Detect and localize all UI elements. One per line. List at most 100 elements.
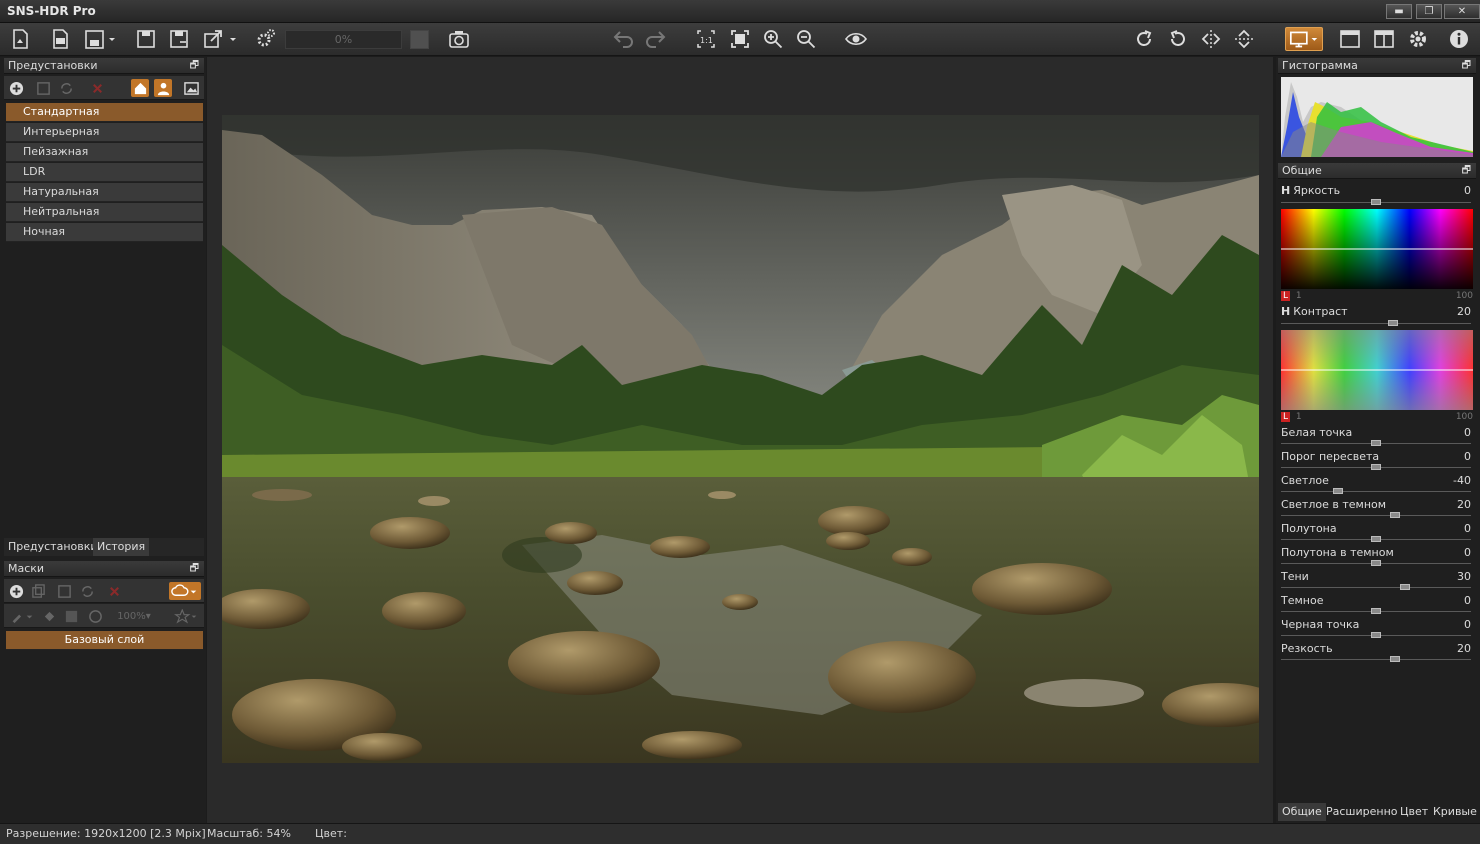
slider-knob[interactable] [1333, 488, 1343, 494]
open-sns-icon[interactable] [47, 27, 73, 51]
contrast-knob[interactable] [1388, 320, 1398, 326]
flip-horizontal-icon[interactable] [1198, 27, 1224, 51]
maximize-button[interactable]: ❐ [1416, 4, 1442, 19]
preset-item[interactable]: Натуральная [6, 183, 203, 202]
undock-icon[interactable]: 🗗 [190, 58, 199, 74]
opacity-dropdown[interactable]: 100% ▾ [112, 607, 156, 625]
slider-knob[interactable] [1371, 632, 1381, 638]
curve-l-marker: L [1281, 291, 1291, 301]
redo-icon[interactable] [643, 27, 669, 51]
slider-knob[interactable] [1400, 584, 1410, 590]
masks-toolbar-top [4, 579, 204, 603]
info-icon[interactable] [1446, 27, 1472, 51]
save-sns-dropdown-icon[interactable] [80, 27, 120, 51]
stop-button[interactable] [410, 30, 429, 49]
zoom-actual-icon[interactable]: 1:1 [693, 27, 719, 51]
contrast-value: 20 [1457, 305, 1471, 318]
slider-knob[interactable] [1371, 464, 1381, 470]
edit-mask-icon[interactable] [55, 582, 73, 600]
delete-preset-icon[interactable] [88, 79, 106, 97]
layout-single-icon[interactable] [1337, 27, 1363, 51]
tab-history[interactable]: История [93, 538, 150, 556]
rotate-cw-icon[interactable] [1131, 27, 1157, 51]
minimize-button[interactable]: ▬ [1386, 4, 1412, 19]
fill-icon[interactable] [40, 607, 58, 625]
h-toggle-icon[interactable]: H [1281, 184, 1290, 197]
slider-track[interactable] [1281, 515, 1471, 516]
svg-text:1:1: 1:1 [700, 36, 713, 45]
add-mask-icon[interactable] [7, 582, 25, 600]
tab-advanced[interactable]: Расширенно [1322, 803, 1402, 821]
tab-curves[interactable]: Кривые [1429, 803, 1480, 821]
preset-item[interactable]: Стандартная [6, 103, 203, 122]
tab-presets[interactable]: Предустановки [4, 538, 102, 556]
preset-item[interactable]: LDR [6, 163, 203, 182]
zoom-fit-icon[interactable] [727, 27, 753, 51]
add-preset-icon[interactable] [7, 79, 25, 97]
brightness-curve[interactable] [1281, 209, 1473, 289]
slider-knob[interactable] [1390, 512, 1400, 518]
preset-item[interactable]: Интерьерная [6, 123, 203, 142]
contrast-curve[interactable] [1281, 330, 1473, 410]
slider-track[interactable] [1281, 659, 1471, 660]
slider-knob[interactable] [1371, 608, 1381, 614]
mask-shape-dropdown-icon[interactable] [169, 582, 201, 600]
layout-split-icon[interactable] [1371, 27, 1397, 51]
rotate-ccw-icon[interactable] [1165, 27, 1191, 51]
presets-title: Предустановки [8, 59, 98, 72]
slider-knob[interactable] [1390, 656, 1400, 662]
zoom-in-icon[interactable] [760, 27, 786, 51]
slider-knob[interactable] [1371, 440, 1381, 446]
open-image-icon[interactable] [7, 27, 33, 51]
undock-icon[interactable]: 🗗 [190, 561, 199, 577]
slider-track[interactable] [1281, 587, 1471, 588]
export-dropdown-icon[interactable] [199, 27, 239, 51]
image-preview-icon[interactable] [182, 79, 200, 97]
preset-item[interactable]: Ночная [6, 223, 203, 242]
slider-label: Светлое в темном 20 [1281, 498, 1471, 512]
preset-item[interactable]: Нейтральная [6, 203, 203, 222]
status-color: Цвет: [315, 827, 347, 840]
delete-mask-icon[interactable] [105, 582, 123, 600]
star-dropdown-icon[interactable] [172, 607, 200, 625]
monitor-dropdown-icon[interactable] [1285, 27, 1323, 51]
preset-item[interactable]: Пейзажная [6, 143, 203, 162]
settings-gear-icon[interactable] [1405, 27, 1431, 51]
right-bottom-tabs: Общие Расширенно Цвет Кривые [1278, 803, 1477, 821]
flip-vertical-icon[interactable] [1231, 27, 1257, 51]
brush-icon[interactable] [7, 607, 37, 625]
duplicate-mask-icon[interactable] [29, 582, 47, 600]
curve-min: 1 [1295, 412, 1302, 422]
h-toggle-icon[interactable]: H [1281, 305, 1290, 318]
user-filter-icon[interactable] [154, 79, 172, 97]
batch-settings-icon[interactable] [252, 27, 278, 51]
save-as-icon[interactable] [166, 27, 192, 51]
contrast-track[interactable] [1281, 323, 1471, 324]
camera-icon[interactable] [446, 27, 472, 51]
brightness-knob[interactable] [1371, 199, 1381, 205]
slider-knob[interactable] [1371, 560, 1381, 566]
refresh-preset-icon[interactable] [57, 79, 75, 97]
save-preset-icon[interactable] [34, 79, 52, 97]
undo-icon[interactable] [610, 27, 636, 51]
base-layer-item[interactable]: Базовый слой [6, 631, 203, 650]
home-filter-icon[interactable] [131, 79, 149, 97]
slider-label: Темное 0 [1281, 594, 1471, 608]
close-button[interactable]: ✕ [1444, 4, 1480, 19]
ellipse-select-icon[interactable] [86, 607, 104, 625]
tab-general[interactable]: Общие [1278, 803, 1326, 821]
preview-eye-icon[interactable] [843, 27, 869, 51]
zoom-out-icon[interactable] [793, 27, 819, 51]
save-icon[interactable] [133, 27, 159, 51]
undock-icon[interactable]: 🗗 [1462, 58, 1471, 74]
refresh-mask-icon[interactable] [78, 582, 96, 600]
tab-color[interactable]: Цвет [1396, 803, 1432, 821]
rect-select-icon[interactable] [62, 607, 80, 625]
slider-label: Тени 30 [1281, 570, 1471, 584]
progress-bar: 0% [285, 30, 402, 49]
slider-name: Светлое в темном [1281, 498, 1387, 511]
slider-knob[interactable] [1371, 536, 1381, 542]
undock-icon[interactable]: 🗗 [1462, 163, 1471, 179]
slider-value: 20 [1457, 642, 1471, 655]
slider-track[interactable] [1281, 491, 1471, 492]
